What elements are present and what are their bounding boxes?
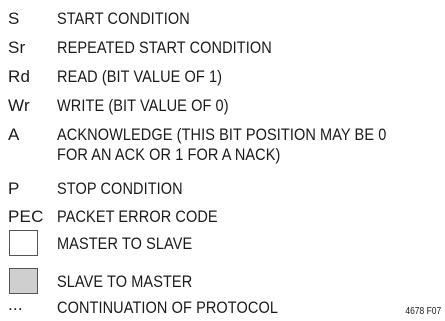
protocol-legend: S START CONDITION Sr REPEATED START COND…	[0, 0, 445, 321]
legend-symbol: P	[8, 179, 20, 198]
legend-description-line2: FOR AN ACK OR 1 FOR A NACK)	[57, 146, 281, 164]
figure-number: 4678 F07	[405, 306, 441, 317]
legend-description: REPEATED START CONDITION	[57, 39, 272, 57]
legend-description: MASTER TO SLAVE	[57, 235, 193, 253]
legend-description: STOP CONDITION	[57, 180, 183, 198]
legend-symbol: Rd	[8, 67, 31, 86]
legend-symbol: Sr	[8, 38, 26, 57]
legend-symbol: PEC	[8, 207, 44, 226]
legend-symbol: A	[8, 125, 20, 144]
legend-description: READ (BIT VALUE OF 1)	[57, 68, 223, 86]
legend-description: CONTINUATION OF PROTOCOL	[57, 299, 279, 317]
master-to-slave-swatch	[9, 230, 38, 256]
legend-description-line1: ACKNOWLEDGE (THIS BIT POSITION MAY BE 0	[57, 126, 387, 144]
legend-description: START CONDITION	[57, 10, 190, 28]
legend-symbol: Wr	[8, 96, 30, 115]
legend-description: SLAVE TO MASTER	[57, 273, 193, 291]
ellipsis-symbol: ...	[8, 295, 23, 314]
slave-to-master-swatch	[9, 268, 38, 294]
legend-description: WRITE (BIT VALUE OF 0)	[57, 97, 229, 115]
legend-description: PACKET ERROR CODE	[57, 208, 218, 226]
legend-symbol: S	[8, 9, 20, 28]
